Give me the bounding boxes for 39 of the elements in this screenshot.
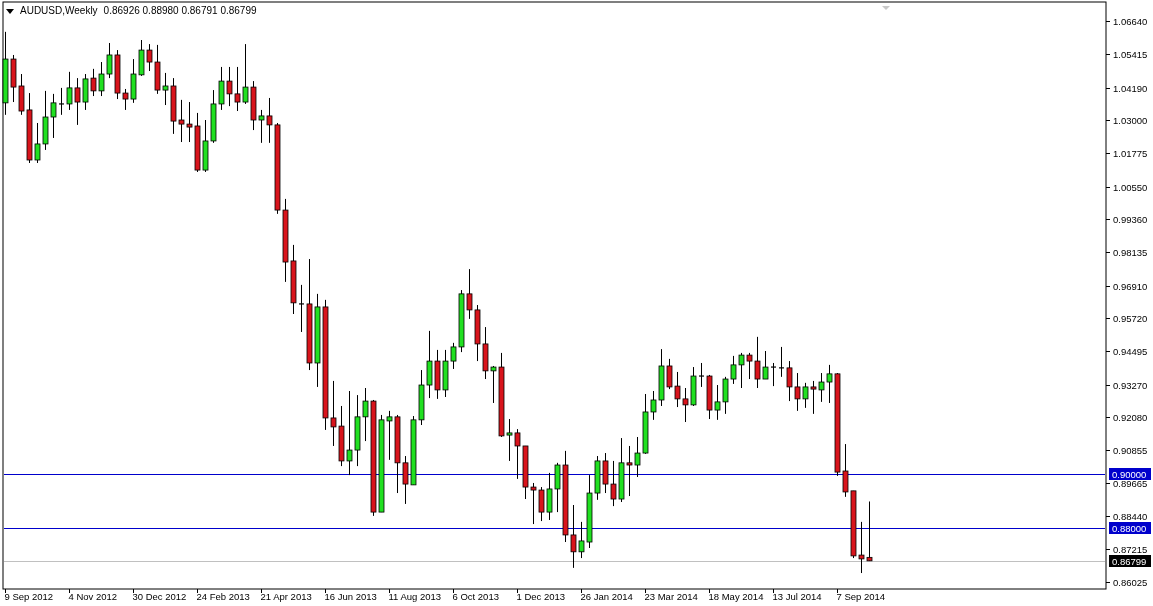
date-label: 9 Sep 2012 — [4, 591, 54, 602]
date-label: 30 Dec 2012 — [132, 591, 187, 602]
price-label: 1.03000 — [1113, 115, 1148, 126]
price-label: 0.87215 — [1113, 544, 1148, 555]
price-label: 0.99360 — [1113, 214, 1148, 225]
date-label: 1 Dec 2013 — [516, 591, 566, 602]
price-label: 1.04190 — [1113, 83, 1148, 94]
price-label: 0.93270 — [1113, 380, 1148, 391]
price-label: 0.98135 — [1113, 247, 1148, 258]
price-label: 0.94495 — [1113, 346, 1148, 357]
date-label: 13 Jul 2014 — [772, 591, 822, 602]
price-label: 1.00550 — [1113, 182, 1148, 193]
price-tag: 0.90000 — [1109, 468, 1151, 480]
date-label: 18 May 2014 — [708, 591, 764, 602]
date-label: 24 Feb 2013 — [196, 591, 250, 602]
price-label: 0.96910 — [1113, 281, 1148, 292]
price-label: 0.92080 — [1113, 412, 1148, 423]
dropdown-triangle-icon[interactable] — [6, 8, 14, 14]
price-tag: 0.86799 — [1109, 555, 1151, 567]
symbol-label: AUDUSD,Weekly — [20, 5, 98, 17]
triangle-marker-icon — [882, 6, 890, 10]
date-label: 23 Mar 2014 — [644, 591, 698, 602]
date-label: 26 Jan 2014 — [580, 591, 633, 602]
date-label: 21 Apr 2013 — [260, 591, 312, 602]
date-label: 6 Oct 2013 — [452, 591, 499, 602]
date-label: 7 Sep 2014 — [836, 591, 886, 602]
ohlc-readout: 0.86926 0.88980 0.86791 0.86799 — [103, 5, 257, 17]
price-label: 1.05415 — [1113, 49, 1148, 60]
price-label: 1.01775 — [1113, 148, 1148, 159]
price-tag: 0.88000 — [1109, 522, 1151, 534]
price-label: 0.95720 — [1113, 313, 1148, 324]
date-label: 16 Jun 2013 — [324, 591, 377, 602]
date-label: 4 Nov 2012 — [68, 591, 118, 602]
price-label: 0.86025 — [1113, 577, 1148, 588]
price-label: 0.89665 — [1113, 478, 1148, 489]
price-label: 0.90855 — [1113, 445, 1148, 456]
date-label: 11 Aug 2013 — [388, 591, 442, 602]
price-label: 1.06640 — [1113, 16, 1148, 27]
price-label: 0.88440 — [1113, 511, 1148, 522]
